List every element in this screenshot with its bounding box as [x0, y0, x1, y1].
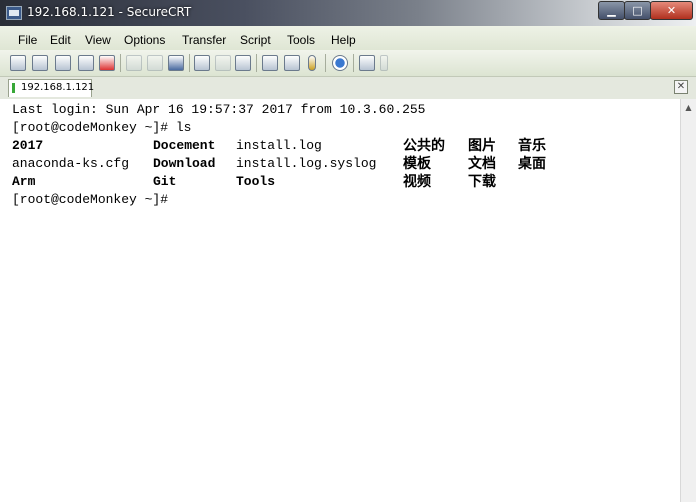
list-item: 文档 — [468, 156, 496, 172]
minimize-button[interactable]: ▁ — [598, 1, 625, 20]
list-item: install.log.syslog — [236, 156, 377, 171]
list-item: Git — [153, 174, 177, 189]
vertical-scrollbar[interactable]: ▲ — [680, 99, 696, 502]
toolbar-separator — [189, 54, 190, 72]
toolbar-separator — [353, 54, 354, 72]
key-icon[interactable] — [308, 55, 316, 71]
list-item: 图片 — [468, 138, 496, 154]
maximize-button[interactable]: □ — [624, 1, 651, 20]
list-item: Tools — [236, 174, 276, 189]
print-screen-icon[interactable] — [194, 55, 210, 71]
global-options-icon[interactable] — [284, 55, 300, 71]
title-bar[interactable]: 192.168.1.121 - SecureCRT ▁ □ ✕ — [0, 0, 696, 26]
toolbar-overflow-icon[interactable] — [380, 55, 388, 71]
menu-file[interactable]: File — [18, 33, 37, 47]
menu-script[interactable]: Script — [240, 33, 271, 47]
list-item: 音乐 — [518, 138, 546, 154]
list-item: 2017 — [12, 138, 44, 153]
reconnect-icon[interactable] — [78, 55, 94, 71]
list-item: install.log — [236, 138, 322, 153]
list-item: anaconda-ks.cfg — [12, 156, 130, 171]
window-title: 192.168.1.121 - SecureCRT — [27, 5, 192, 19]
tab-status-indicator — [12, 83, 15, 93]
connect-in-tab-icon[interactable] — [55, 55, 71, 71]
sftp-icon[interactable] — [359, 55, 375, 71]
toolbar-separator — [120, 54, 121, 72]
session-tab[interactable]: 192.168.1.121 — [8, 79, 95, 97]
quick-connect-icon[interactable] — [32, 55, 48, 71]
prompt-line: [root@codeMonkey ~]# ls — [12, 120, 192, 135]
menu-bar: File Edit View Options Transfer Script T… — [0, 26, 696, 51]
list-item: 公共的 — [403, 138, 445, 154]
terminal-screen[interactable]: Last login: Sun Apr 16 19:57:37 2017 fro… — [0, 99, 680, 502]
securecrt-app-icon[interactable] — [6, 6, 22, 20]
list-item: 视频 — [403, 174, 431, 190]
copy-icon[interactable] — [126, 55, 142, 71]
menu-options[interactable]: Options — [124, 33, 165, 47]
session-tab-label: 192.168.1.121 — [21, 82, 95, 93]
paste-icon[interactable] — [147, 55, 163, 71]
scroll-up-icon[interactable]: ▲ — [681, 101, 696, 115]
menu-edit[interactable]: Edit — [50, 33, 71, 47]
session-options-icon[interactable] — [262, 55, 278, 71]
find-icon[interactable] — [168, 55, 184, 71]
list-item: Download — [153, 156, 216, 171]
tab-strip: 192.168.1.121 ✕ — [0, 77, 696, 100]
close-button[interactable]: ✕ — [650, 1, 693, 20]
connect-icon[interactable] — [10, 55, 26, 71]
toolbar-separator — [256, 54, 257, 72]
toolbar-separator — [325, 54, 326, 72]
list-item: Docement — [153, 138, 216, 153]
menu-view[interactable]: View — [85, 33, 111, 47]
login-line: Last login: Sun Apr 16 19:57:37 2017 fro… — [12, 102, 426, 117]
menu-help[interactable]: Help — [331, 33, 356, 47]
menu-transfer[interactable]: Transfer — [182, 33, 226, 47]
menu-tools[interactable]: Tools — [287, 33, 315, 47]
list-item: 桌面 — [518, 156, 546, 172]
list-item: 下载 — [468, 174, 496, 190]
disconnect-icon[interactable] — [99, 55, 115, 71]
help-icon[interactable] — [332, 55, 348, 71]
print-selection-icon[interactable] — [215, 55, 231, 71]
toolbar — [0, 50, 696, 77]
close-tab-icon[interactable]: ✕ — [674, 80, 688, 94]
prompt-line: [root@codeMonkey ~]# — [12, 192, 176, 207]
list-item: 模板 — [403, 156, 431, 172]
print-icon[interactable] — [235, 55, 251, 71]
list-item: Arm — [12, 174, 36, 189]
